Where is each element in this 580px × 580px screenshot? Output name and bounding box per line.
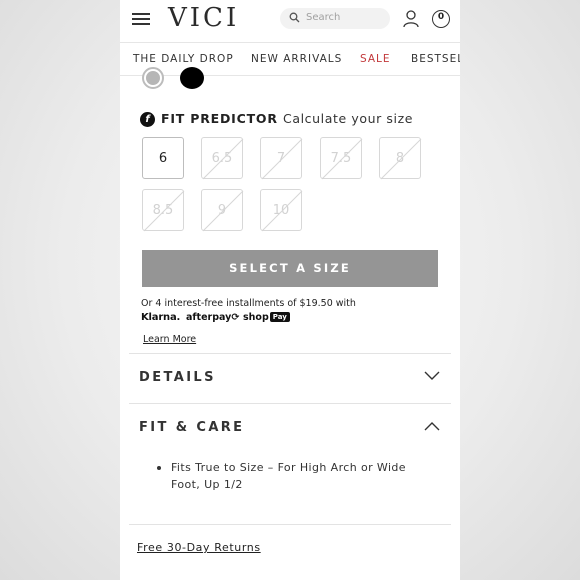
size-option-8-5[interactable]: 8.5 bbox=[142, 189, 185, 232]
divider bbox=[129, 524, 451, 525]
cart-count: 0 bbox=[437, 12, 445, 22]
size-option-6[interactable]: 6 bbox=[142, 137, 184, 179]
size-option-7[interactable]: 7 bbox=[260, 137, 303, 180]
nav-item-daily-drop[interactable]: THE DAILY DROP bbox=[133, 53, 234, 65]
strike-icon bbox=[261, 138, 303, 180]
strike-icon bbox=[380, 138, 422, 180]
nav-item-sale[interactable]: SALE bbox=[360, 53, 391, 65]
installments-text: Or 4 interest-free installments of $19.5… bbox=[141, 298, 356, 309]
strike-icon bbox=[321, 138, 363, 180]
size-option-6-5[interactable]: 6.5 bbox=[201, 137, 244, 180]
details-accordion[interactable]: DETAILS bbox=[120, 354, 460, 402]
fit-care-accordion[interactable]: FIT & CARE bbox=[120, 404, 460, 452]
free-returns-link[interactable]: Free 30-Day Returns bbox=[137, 541, 261, 554]
size-label: 6 bbox=[158, 151, 168, 166]
chevron-down-icon bbox=[424, 371, 440, 380]
size-option-9[interactable]: 9 bbox=[201, 189, 244, 232]
shop-pay-pill: Pay bbox=[269, 312, 290, 322]
size-option-7-5[interactable]: 7.5 bbox=[320, 137, 363, 180]
strike-icon bbox=[261, 190, 303, 232]
search-placeholder: Search bbox=[306, 12, 341, 23]
strike-icon bbox=[202, 138, 244, 180]
size-option-8[interactable]: 8 bbox=[379, 137, 422, 180]
mobile-page: VICI Search 0 THE DAILY DROP NEW ARRIVAL… bbox=[120, 0, 460, 580]
cart-button[interactable]: 0 bbox=[432, 10, 450, 28]
swatch-black[interactable] bbox=[180, 67, 204, 89]
learn-more-link[interactable]: Learn More bbox=[143, 334, 196, 345]
fit-predictor-title: FIT PREDICTOR bbox=[161, 111, 278, 126]
fit-care-list: Fits True to Size – For High Arch or Wid… bbox=[157, 459, 417, 493]
site-header: VICI Search 0 bbox=[120, 0, 460, 42]
size-option-10[interactable]: 10 bbox=[260, 189, 303, 232]
list-item: Fits True to Size – For High Arch or Wid… bbox=[157, 459, 417, 493]
swatch-silver[interactable] bbox=[142, 67, 164, 89]
menu-icon[interactable] bbox=[132, 12, 150, 26]
klarna-logo: Klarna. bbox=[141, 312, 181, 323]
account-icon[interactable] bbox=[403, 10, 419, 28]
afterpay-logo: afterpay⟳ bbox=[186, 312, 240, 323]
select-size-button[interactable]: SELECT A SIZE bbox=[142, 250, 438, 287]
chevron-up-icon bbox=[424, 422, 440, 431]
brand-logo[interactable]: VICI bbox=[168, 3, 239, 33]
nav-item-bestsellers[interactable]: BESTSELLERS bbox=[411, 53, 460, 65]
details-title: DETAILS bbox=[139, 370, 216, 385]
fit-predictor-logo-icon: f bbox=[140, 112, 155, 127]
nav-item-new-arrivals[interactable]: NEW ARRIVALS bbox=[251, 53, 342, 65]
shop-pay-text: shop bbox=[243, 312, 269, 323]
calculate-size-link[interactable]: Calculate your size bbox=[283, 111, 413, 126]
search-icon bbox=[289, 12, 300, 23]
fit-care-title: FIT & CARE bbox=[139, 420, 245, 435]
strike-icon bbox=[143, 190, 185, 232]
strike-icon bbox=[202, 190, 244, 232]
main-nav: THE DAILY DROP NEW ARRIVALS SALE BESTSEL… bbox=[120, 42, 460, 76]
search-input[interactable]: Search bbox=[280, 8, 390, 29]
shop-pay-logo: shop Pay bbox=[243, 312, 290, 323]
